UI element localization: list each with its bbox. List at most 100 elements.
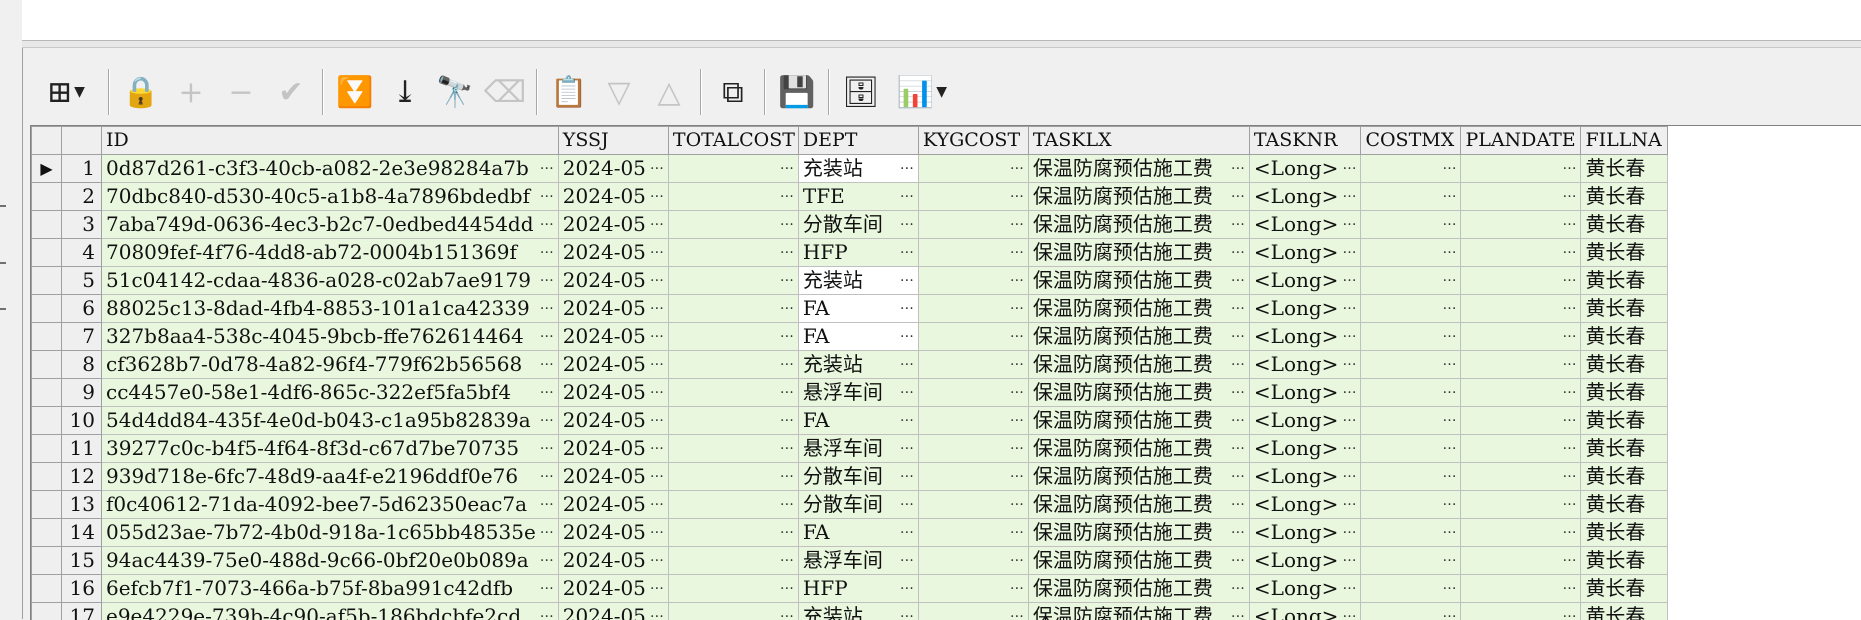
cell-kygcost[interactable]: … (918, 603, 1028, 620)
cell-kygcost[interactable]: … (918, 463, 1028, 491)
cell-ellipsis-button[interactable]: … (776, 323, 798, 350)
cell-ellipsis-button[interactable]: … (1006, 211, 1028, 238)
cell-ellipsis-button[interactable]: … (896, 211, 918, 238)
cell-totalcost[interactable]: … (668, 407, 798, 435)
cell-fillname[interactable]: 黄长春 (1581, 435, 1668, 463)
cell-costmx[interactable]: … (1361, 463, 1461, 491)
column-header-tasklx[interactable]: TASKLX (1028, 127, 1249, 155)
cell-ellipsis-button[interactable]: … (1338, 351, 1360, 378)
cell-ellipsis-button[interactable]: … (1438, 603, 1460, 620)
cell-plandate[interactable]: … (1461, 295, 1581, 323)
cell-ellipsis-button[interactable]: … (536, 407, 558, 434)
cell-dept[interactable]: FA… (798, 323, 918, 351)
cell-ellipsis-button[interactable]: … (1438, 379, 1460, 406)
cell-ellipsis-button[interactable]: … (1227, 239, 1249, 266)
find-button[interactable]: 🔭 (430, 69, 480, 115)
cell-kygcost[interactable]: … (918, 407, 1028, 435)
cell-yssj[interactable]: 2024-05… (558, 603, 668, 620)
cell-dept[interactable]: 悬浮车间… (798, 435, 918, 463)
column-header-plandate[interactable]: PLANDATE (1461, 127, 1581, 155)
lock-button[interactable]: 🔒 (116, 69, 166, 115)
cell-id[interactable]: 7aba749d-0636-4ec3-b2c7-0edbed4454dd… (102, 211, 559, 239)
cell-ellipsis-button[interactable]: … (1227, 463, 1249, 490)
cell-tasknr[interactable]: <Long>… (1249, 239, 1361, 267)
table-row[interactable]: 7327b8aa4-538c-4045-9bcb-ffe762614464…20… (32, 323, 1668, 351)
cell-costmx[interactable]: … (1361, 183, 1461, 211)
cell-plandate[interactable]: … (1461, 603, 1581, 620)
cell-yssj[interactable]: 2024-05… (558, 211, 668, 239)
cell-id[interactable]: cf3628b7-0d78-4a82-96f4-779f62b56568… (102, 351, 559, 379)
cell-dept[interactable]: FA… (798, 407, 918, 435)
cell-ellipsis-button[interactable]: … (1338, 183, 1360, 210)
cell-id[interactable]: 939d718e-6fc7-48d9-aa4f-e2196ddf0e76… (102, 463, 559, 491)
cell-yssj[interactable]: 2024-05… (558, 351, 668, 379)
cell-ellipsis-button[interactable]: … (896, 323, 918, 350)
cell-yssj[interactable]: 2024-05… (558, 295, 668, 323)
cell-ellipsis-button[interactable]: … (776, 491, 798, 518)
cell-ellipsis-button[interactable]: … (896, 491, 918, 518)
cell-ellipsis-button[interactable]: … (1438, 183, 1460, 210)
cell-ellipsis-button[interactable]: … (1438, 211, 1460, 238)
tree-view-button[interactable]: ⧉ (708, 69, 758, 115)
cell-kygcost[interactable]: … (918, 491, 1028, 519)
cell-ellipsis-button[interactable]: … (776, 463, 798, 490)
cell-id[interactable]: e9e4229e-739b-4c90-af5b-186bdcbfe2cd… (102, 603, 559, 620)
table-row[interactable]: 14055d23ae-7b72-4b0d-918a-1c65bb48535e…2… (32, 519, 1668, 547)
cell-ellipsis-button[interactable]: … (1438, 435, 1460, 462)
cell-ellipsis-button[interactable]: … (1006, 463, 1028, 490)
cell-ellipsis-button[interactable]: … (646, 323, 668, 350)
cell-costmx[interactable]: … (1361, 575, 1461, 603)
cell-fillname[interactable]: 黄长春 (1581, 183, 1668, 211)
cell-ellipsis-button[interactable]: … (1438, 239, 1460, 266)
cell-tasknr[interactable]: <Long>… (1249, 183, 1361, 211)
cell-ellipsis-button[interactable]: … (1227, 211, 1249, 238)
cell-dept[interactable]: 充装站… (798, 155, 918, 183)
cell-id[interactable]: 055d23ae-7b72-4b0d-918a-1c65bb48535e… (102, 519, 559, 547)
cell-tasklx[interactable]: 保温防腐预估施工费… (1028, 155, 1249, 183)
cell-ellipsis-button[interactable]: … (646, 435, 668, 462)
cell-ellipsis-button[interactable]: … (1338, 267, 1360, 294)
cell-ellipsis-button[interactable]: … (1227, 435, 1249, 462)
column-header-yssj[interactable]: YSSJ (558, 127, 668, 155)
cell-ellipsis-button[interactable]: … (896, 407, 918, 434)
cell-ellipsis-button[interactable]: … (896, 547, 918, 574)
cell-tasklx[interactable]: 保温防腐预估施工费… (1028, 463, 1249, 491)
cell-tasklx[interactable]: 保温防腐预估施工费… (1028, 295, 1249, 323)
cell-costmx[interactable]: … (1361, 351, 1461, 379)
cell-plandate[interactable]: … (1461, 463, 1581, 491)
table-row[interactable]: 688025c13-8dad-4fb4-8853-101a1ca42339…20… (32, 295, 1668, 323)
cell-tasknr[interactable]: <Long>… (1249, 379, 1361, 407)
cell-dept[interactable]: 分散车间… (798, 211, 918, 239)
cell-kygcost[interactable]: … (918, 379, 1028, 407)
cell-tasknr[interactable]: <Long>… (1249, 351, 1361, 379)
cell-id[interactable]: 70dbc840-d530-40c5-a1b8-4a7896bdedbf… (102, 183, 559, 211)
cell-ellipsis-button[interactable]: … (536, 239, 558, 266)
cell-ellipsis-button[interactable]: … (536, 323, 558, 350)
move-up-button[interactable]: ▽ (594, 69, 644, 115)
cell-totalcost[interactable]: … (668, 267, 798, 295)
column-header-id[interactable]: ID (102, 127, 559, 155)
cell-dept[interactable]: 悬浮车间… (798, 547, 918, 575)
table-row[interactable]: ▶10d87d261-c3f3-40cb-a082-2e3e98284a7b…2… (32, 155, 1668, 183)
cell-ellipsis-button[interactable]: … (646, 603, 668, 620)
cell-totalcost[interactable]: … (668, 491, 798, 519)
copy-button[interactable]: 📋 (544, 69, 594, 115)
cell-ellipsis-button[interactable]: … (1438, 323, 1460, 350)
table-row[interactable]: 470809fef-4f76-4dd8-ab72-0004b151369f…20… (32, 239, 1668, 267)
cell-tasklx[interactable]: 保温防腐预估施工费… (1028, 491, 1249, 519)
cell-ellipsis-button[interactable]: … (536, 575, 558, 602)
cell-totalcost[interactable]: … (668, 547, 798, 575)
cell-ellipsis-button[interactable]: … (536, 547, 558, 574)
cell-costmx[interactable]: … (1361, 491, 1461, 519)
cell-yssj[interactable]: 2024-05… (558, 491, 668, 519)
save-button[interactable]: 💾 (772, 69, 822, 115)
cell-totalcost[interactable]: … (668, 323, 798, 351)
cell-totalcost[interactable]: … (668, 603, 798, 620)
cell-ellipsis-button[interactable]: … (1558, 519, 1580, 546)
cell-ellipsis-button[interactable]: … (536, 491, 558, 518)
cell-ellipsis-button[interactable]: … (1338, 211, 1360, 238)
cell-ellipsis-button[interactable]: … (1006, 435, 1028, 462)
cell-tasknr[interactable]: <Long>… (1249, 407, 1361, 435)
cell-ellipsis-button[interactable]: … (896, 239, 918, 266)
cell-ellipsis-button[interactable]: … (1558, 267, 1580, 294)
